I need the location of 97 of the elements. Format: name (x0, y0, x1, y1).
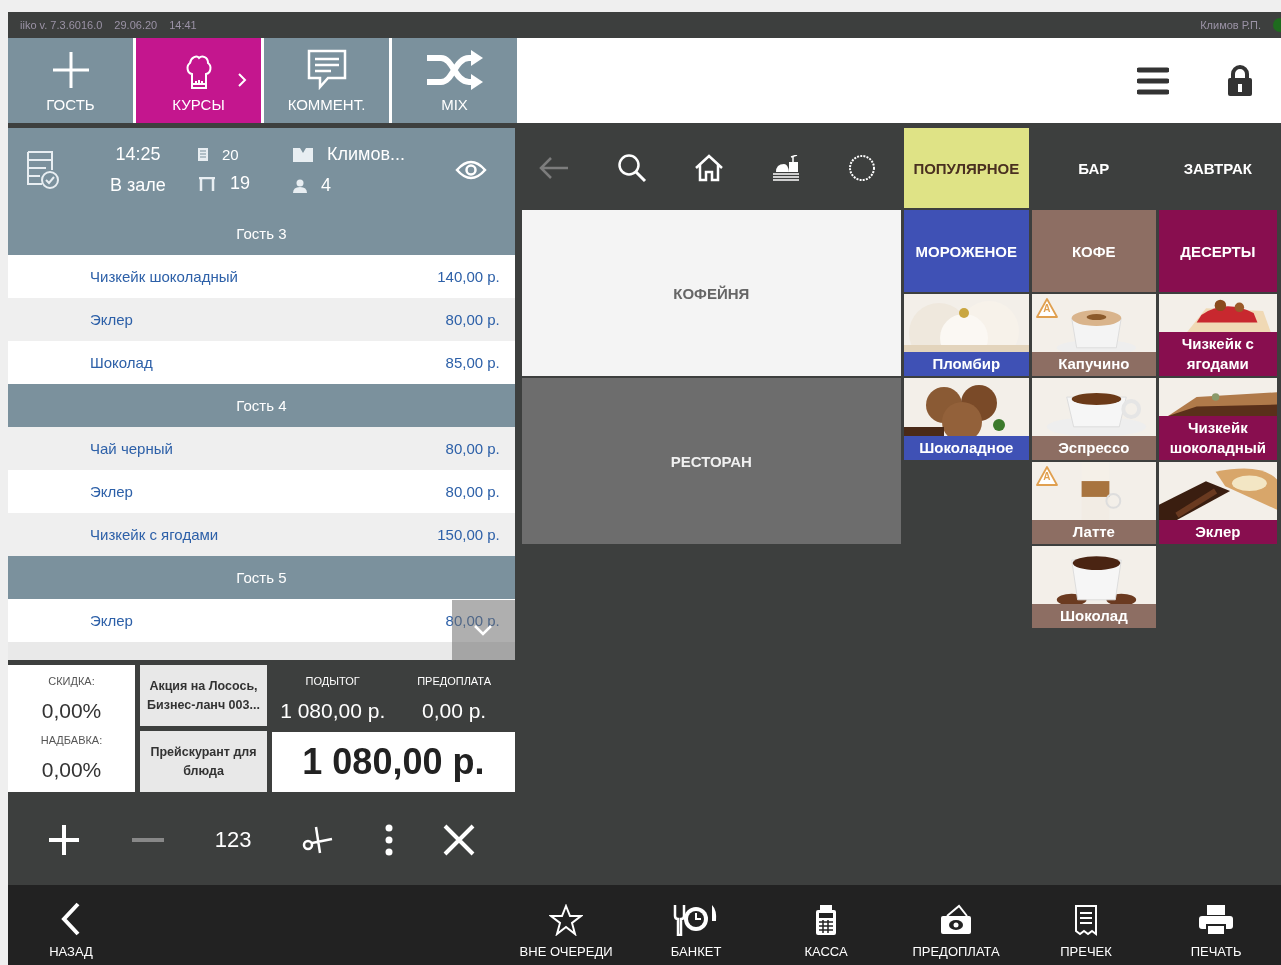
product-tile[interactable]: Пломбир (903, 294, 1029, 376)
item-name: Эклер (90, 612, 133, 629)
guest-count: 4 (321, 175, 331, 196)
item-name: Чай черный (90, 440, 173, 457)
document-icon (198, 148, 208, 161)
menu-icon[interactable] (1137, 65, 1169, 96)
item-name: Чизкейк шоколадный (90, 268, 238, 285)
order-item[interactable]: Чай черный 80,00 р. (8, 427, 515, 470)
order-item[interactable]: Чизкейк шоколадный 140,00 р. (8, 255, 515, 298)
product-name: Эклер (1158, 520, 1277, 544)
order-time: 14:25 (114, 144, 162, 165)
category-tab[interactable]: ПОПУЛЯРНОЕ (903, 128, 1029, 208)
order-item[interactable]: Чизкейк с ягодами 150,00 р. (8, 513, 515, 556)
time-text: 14:41 (169, 19, 197, 31)
product-name: Шоколадное (903, 436, 1029, 460)
plus-icon (50, 50, 91, 90)
plus-icon (47, 823, 82, 857)
table-icon (198, 176, 216, 191)
eye-icon[interactable] (455, 160, 488, 180)
product-name: Шоколад (1031, 604, 1156, 628)
category-tile[interactable]: МОРОЖЕНОЕ (903, 210, 1029, 292)
bottom-bar-button[interactable]: ПЕЧАТЬ (1151, 885, 1281, 965)
bottom-bar-button[interactable]: ПРЕЧЕК (1021, 885, 1152, 965)
lock-icon[interactable] (1227, 64, 1253, 97)
item-price: 80,00 р. (445, 311, 500, 328)
product-name: Чизкейк шоколадный (1158, 416, 1277, 460)
discount-value: 0,00% (41, 698, 102, 723)
discount-label: СКИДКА: (48, 674, 95, 687)
product-tile[interactable]: Чизкейк с ягодами (1158, 294, 1277, 376)
warning-badge: A (1035, 298, 1058, 318)
bottom-bar-button[interactable]: ВНЕ ОЧЕРЕДИ (501, 885, 632, 965)
chevron-right-icon (237, 72, 247, 88)
subtotal-label: ПОДЫТОГ (304, 675, 361, 687)
order-item[interactable]: Эклер 80,00 р. (8, 470, 515, 513)
product-tile[interactable]: Чизкейк шоколадный (1158, 378, 1277, 460)
toolbar-button[interactable]: КУРСЫ (136, 38, 261, 123)
version-text: iiko v. 7.3.6016.0 (20, 19, 103, 31)
product-tile[interactable]: Эспрессо (1031, 378, 1156, 460)
product-name: Латте (1031, 520, 1156, 544)
search-icon[interactable] (615, 151, 649, 185)
user-name: Климов Р.П. (1200, 19, 1261, 31)
minus-icon (132, 837, 164, 843)
category-tile[interactable]: ДЕСЕРТЫ (1158, 210, 1277, 292)
total-amount: 1 080,00 р. (272, 732, 515, 792)
hall-tile[interactable]: РЕСТОРАН (521, 378, 901, 544)
item-name: Эклер (90, 483, 133, 500)
order-item[interactable]: Эклер 80,00 р. (8, 298, 515, 341)
comment-icon (305, 48, 348, 90)
price-list-button[interactable]: Прейскурант для блюда (140, 731, 267, 792)
subtotal-value: 1 080,00 р. (279, 699, 387, 723)
surcharge-label: НАДБАВКА: (40, 734, 103, 747)
quantity-button[interactable]: 123 (210, 823, 256, 857)
bottom-bar-button[interactable]: ПРЕДОПЛАТА (891, 885, 1022, 965)
bottom-bar-button[interactable]: БАНКЕТ (631, 885, 762, 965)
order-item[interactable]: Шоколад 85,00 р. (8, 341, 515, 384)
table-number: 19 (230, 173, 251, 194)
calculator-icon (814, 904, 839, 936)
category-tile[interactable]: КОФЕ (1031, 210, 1156, 292)
item-price: 150,00 р. (437, 526, 500, 543)
order-location: В зале (109, 175, 167, 196)
item-name: Эклер (90, 311, 133, 328)
prepayment-label: ПРЕДОПЛАТА (416, 675, 493, 687)
product-name: Чизкейк с ягодами (1158, 332, 1277, 376)
product-name: Пломбир (903, 352, 1029, 376)
cash-box-icon (939, 904, 974, 936)
bottom-bar-button[interactable]: КАССА (761, 885, 892, 965)
hall-tile[interactable]: КОФЕЙНЯ (521, 210, 901, 376)
bottom-bar-button[interactable]: НАЗАД (8, 885, 134, 965)
item-price: 85,00 р. (445, 354, 500, 371)
item-price: 80,00 р. (445, 483, 500, 500)
waiter-name: Климов... (327, 144, 405, 165)
item-price: 80,00 р. (445, 440, 500, 457)
document-check-icon (26, 150, 60, 190)
waiter-shirt-icon (293, 147, 313, 162)
star-icon (549, 904, 584, 936)
product-tile[interactable]: Шоколад (1031, 546, 1156, 628)
product-tile[interactable]: Латте A (1031, 462, 1156, 544)
prepayment-value: 0,00 р. (420, 699, 488, 723)
receipt-icon (1074, 904, 1099, 936)
shuffle-icon (424, 50, 485, 90)
chef-hat-icon (184, 54, 213, 90)
product-tile[interactable]: Эклер (1158, 462, 1277, 544)
chevron-left-icon (61, 902, 81, 936)
product-name: Капучино (1031, 352, 1156, 376)
promotion-button[interactable]: Акция на Лосось, Бизнес-ланч 003... (140, 665, 267, 726)
printer-icon (1198, 904, 1235, 936)
warning-badge: A (1035, 466, 1058, 486)
date-text: 29.06.20 (114, 19, 158, 31)
item-name: Шоколад (90, 354, 153, 371)
product-tile[interactable]: Шоколадное (903, 378, 1029, 460)
product-name: Эспрессо (1031, 436, 1156, 460)
person-icon (293, 178, 307, 193)
item-price: 140,00 р. (437, 268, 500, 285)
item-name: Чизкейк с ягодами (90, 526, 219, 543)
surcharge-value: 0,00% (41, 758, 102, 783)
product-tile[interactable]: Капучино A (1031, 294, 1156, 376)
order-number: 20 (222, 146, 239, 163)
